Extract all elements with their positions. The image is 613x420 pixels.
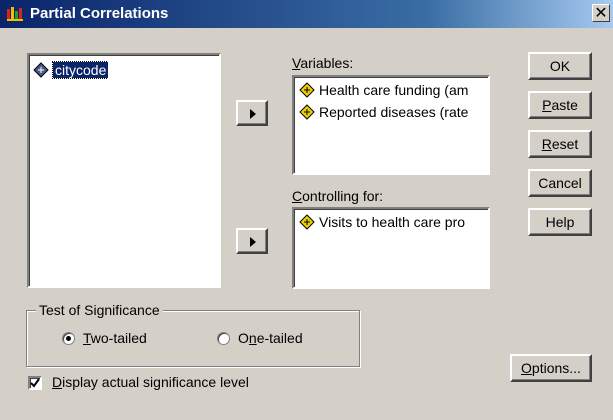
list-item-label: Visits to health care pro bbox=[319, 214, 466, 230]
help-button-label: Help bbox=[545, 214, 575, 230]
list-item[interactable]: citycode bbox=[33, 60, 109, 80]
list-item-label: citycode bbox=[51, 61, 109, 79]
significance-group bbox=[26, 310, 360, 367]
move-to-controlling-button[interactable] bbox=[236, 228, 268, 254]
ok-button-label: OK bbox=[549, 58, 571, 74]
move-to-variables-button[interactable] bbox=[236, 100, 268, 126]
list-item[interactable]: Health care funding (am bbox=[299, 80, 487, 100]
variables-label: Variables: bbox=[292, 55, 354, 71]
cancel-button[interactable]: Cancel bbox=[528, 169, 592, 197]
variables-list[interactable]: Health care funding (am Reported disease… bbox=[292, 75, 490, 175]
close-icon: ✕ bbox=[594, 5, 608, 22]
list-item[interactable]: Reported diseases (rate bbox=[299, 102, 487, 122]
controlling-list[interactable]: Visits to health care pro bbox=[292, 207, 490, 289]
list-item[interactable]: Visits to health care pro bbox=[299, 212, 487, 232]
display-actual-checkbox[interactable] bbox=[28, 376, 42, 390]
significance-legend: Test of Significance bbox=[36, 302, 163, 318]
cancel-button-label: Cancel bbox=[538, 175, 582, 191]
window-title: Partial Correlations bbox=[30, 5, 169, 22]
title-bar[interactable]: Partial Correlations ✕ bbox=[0, 0, 613, 28]
scale-variable-icon bbox=[299, 214, 315, 230]
reset-button[interactable]: Reset bbox=[528, 130, 592, 158]
controlling-label: Controlling for: bbox=[292, 188, 384, 204]
right-arrow-icon bbox=[250, 237, 256, 247]
checkmark-icon bbox=[30, 378, 40, 388]
options-button[interactable]: Options... bbox=[510, 354, 592, 382]
close-button[interactable]: ✕ bbox=[592, 4, 610, 22]
ok-button[interactable]: OK bbox=[528, 52, 592, 80]
source-variable-list[interactable]: citycode bbox=[27, 53, 221, 288]
list-item-label: Reported diseases (rate bbox=[319, 104, 469, 120]
scale-variable-icon bbox=[299, 82, 315, 98]
radio-dot bbox=[66, 336, 71, 341]
spss-app-icon bbox=[7, 7, 23, 21]
paste-button[interactable]: Paste bbox=[528, 91, 592, 119]
scale-variable-icon bbox=[33, 62, 49, 78]
right-arrow-icon bbox=[250, 109, 256, 119]
list-item-label: Health care funding (am bbox=[319, 82, 469, 98]
two-tailed-label[interactable]: Two-tailed bbox=[83, 330, 147, 346]
two-tailed-radio[interactable] bbox=[62, 332, 75, 345]
display-actual-label[interactable]: Display actual significance level bbox=[52, 374, 249, 390]
scale-variable-icon bbox=[299, 104, 315, 120]
help-button[interactable]: Help bbox=[528, 208, 592, 236]
one-tailed-label[interactable]: One-tailed bbox=[238, 330, 303, 346]
one-tailed-radio[interactable] bbox=[217, 332, 230, 345]
